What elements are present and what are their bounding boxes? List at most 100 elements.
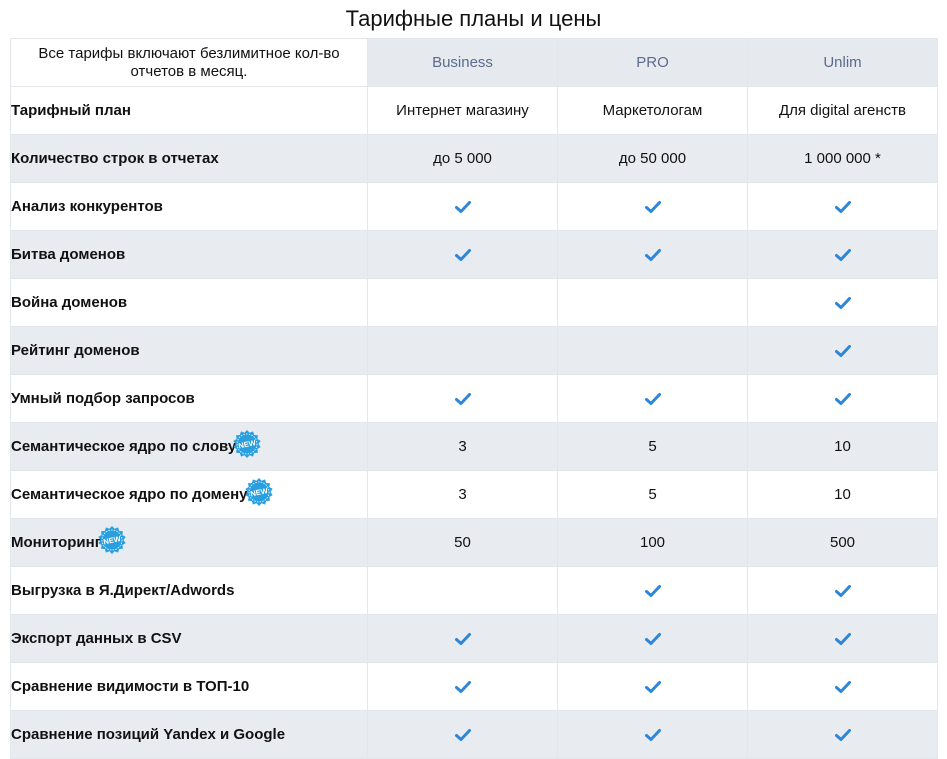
plan-business-cell	[367, 614, 558, 663]
plan-business-cell	[367, 710, 558, 759]
plan-business-cell	[367, 182, 558, 231]
plan-pro-cell	[557, 230, 748, 279]
plan-unlim-cell: Для digital агенств	[747, 86, 938, 135]
cell-value: 500	[829, 534, 856, 551]
plan-pro-cell: 5	[557, 470, 748, 519]
plan-pro-cell	[557, 374, 748, 423]
plan-pro-header: PRO	[557, 38, 748, 87]
plan-business-cell	[367, 326, 558, 375]
check-icon	[644, 681, 661, 694]
check-icon	[834, 585, 851, 598]
new-badge-icon: NEW	[244, 477, 273, 506]
plan-unlim-cell	[747, 710, 938, 759]
cell-value: 3	[458, 486, 467, 503]
plan-unlim-cell	[747, 374, 938, 423]
plan-pro-cell	[557, 182, 748, 231]
plan-unlim-cell: 500	[747, 518, 938, 567]
feature-cell: Война доменов	[10, 278, 368, 327]
feature-cell: Семантическое ядро по домену NEW	[10, 470, 368, 519]
feature-label: Война доменов	[11, 294, 128, 311]
cell-value: 5	[648, 486, 657, 503]
check-icon	[454, 681, 471, 694]
table-row: Выгрузка в Я.Директ/Adwords	[10, 566, 938, 615]
page-title: Тарифные планы и цены	[345, 6, 602, 31]
feature-label: Количество строк в отчетах	[11, 150, 219, 167]
cell-value: 10	[834, 486, 851, 503]
feature-label: Битва доменов	[11, 246, 126, 263]
plan-unlim-header: Unlim	[747, 38, 938, 87]
table-row: Мониторинг NEW 50 100 500	[10, 518, 938, 567]
feature-cell: Битва доменов	[10, 230, 368, 279]
plan-unlim-cell	[747, 566, 938, 615]
plan-unlim-cell	[747, 278, 938, 327]
cell-value: 100	[639, 534, 666, 551]
plan-business-cell: 3	[367, 422, 558, 471]
plan-unlim-cell	[747, 662, 938, 711]
feature-cell: Умный подбор запросов	[10, 374, 368, 423]
cell-value: 3	[458, 438, 467, 455]
table-row: Количество строк в отчетах до 5 000 до 50 …	[10, 134, 938, 183]
table-row: Анализ конкурентов	[10, 182, 938, 231]
feature-cell: Рейтинг доменов	[10, 326, 368, 375]
feature-label: Сравнение видимости в ТОП-10	[11, 678, 250, 695]
plan-unlim-cell	[747, 326, 938, 375]
plan-unlim-cell: 10	[747, 470, 938, 519]
cell-value: до 50 000	[618, 150, 687, 167]
plan-pro-cell: до 50 000	[557, 134, 748, 183]
check-icon	[454, 201, 471, 214]
feature-label: Тарифный план	[11, 102, 131, 119]
check-icon	[834, 249, 851, 262]
plan-business-cell	[367, 278, 558, 327]
plan-business-header: Business	[367, 38, 558, 87]
cell-value: 50	[454, 534, 471, 551]
cell-value: 10	[834, 438, 851, 455]
feature-label: Семантическое ядро по домену	[11, 485, 248, 503]
check-icon	[834, 393, 851, 406]
table-row: Война доменов	[10, 278, 938, 327]
feature-cell: Выгрузка в Я.Директ/Adwords	[10, 566, 368, 615]
table-row: Семантическое ядро по слову NEW 3 5 10	[10, 422, 938, 471]
table-row: Битва доменов	[10, 230, 938, 279]
plan-pro-cell: 5	[557, 422, 748, 471]
check-icon	[834, 729, 851, 742]
check-icon	[834, 345, 851, 358]
plan-pro-cell	[557, 710, 748, 759]
plan-business-cell: Интернет магазину	[367, 86, 558, 135]
check-icon	[644, 201, 661, 214]
check-icon	[644, 633, 661, 646]
table-row: Умный подбор запросов	[10, 374, 938, 423]
feature-label: Анализ конкурентов	[11, 198, 163, 215]
feature-cell: Анализ конкурентов	[10, 182, 368, 231]
plan-business-cell	[367, 230, 558, 279]
plan-business-cell	[367, 566, 558, 615]
feature-label: Рейтинг доменов	[11, 342, 140, 359]
feature-label: Мониторинг	[11, 533, 101, 551]
cell-value: Маркетологам	[602, 102, 703, 119]
pricing-table: Все тарифы включают безлимитное кол-во о…	[10, 38, 938, 759]
cell-value: Для digital агенств	[778, 102, 906, 119]
feature-cell: Сравнение позиций Yandex и Google	[10, 710, 368, 759]
feature-cell: Экспорт данных в CSV	[10, 614, 368, 663]
plan-business-cell: 50	[367, 518, 558, 567]
feature-label: Выгрузка в Я.Директ/Adwords	[11, 582, 235, 599]
feature-cell: Количество строк в отчетах	[10, 134, 368, 183]
plan-pro-cell	[557, 326, 748, 375]
check-icon	[454, 393, 471, 406]
plan-pro-cell: 100	[557, 518, 748, 567]
plan-unlim-cell: 1 000 000 *	[747, 134, 938, 183]
plan-pro-cell	[557, 614, 748, 663]
plan-unlim-cell	[747, 182, 938, 231]
plan-business-cell	[367, 662, 558, 711]
plan-business-cell: 3	[367, 470, 558, 519]
check-icon	[644, 585, 661, 598]
table-row: Сравнение позиций Yandex и Google	[10, 710, 938, 759]
check-icon	[834, 201, 851, 214]
feature-label: Сравнение позиций Yandex и Google	[11, 726, 286, 743]
cell-value: Интернет магазину	[396, 102, 529, 119]
check-icon	[834, 681, 851, 694]
check-icon	[454, 633, 471, 646]
feature-label: Умный подбор запросов	[11, 390, 195, 407]
table-row: Сравнение видимости в ТОП-10	[10, 662, 938, 711]
plan-unlim-cell	[747, 230, 938, 279]
check-icon	[454, 249, 471, 262]
